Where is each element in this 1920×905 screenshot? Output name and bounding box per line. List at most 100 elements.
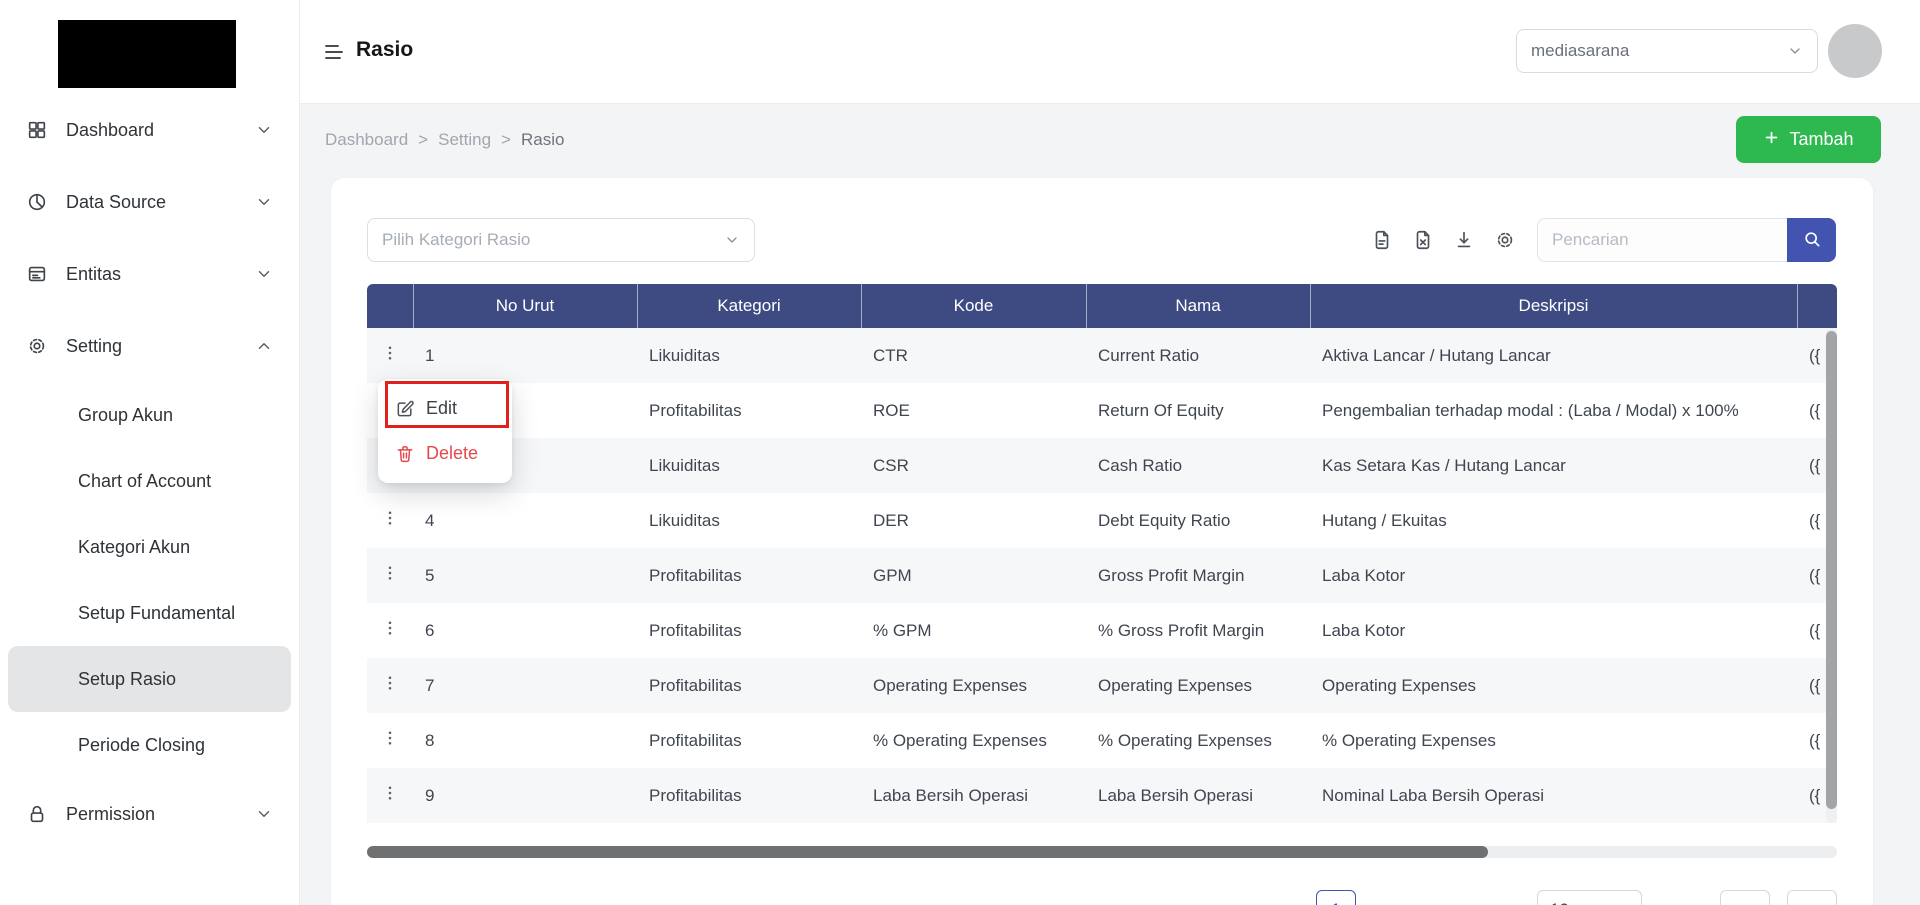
app-logo — [58, 20, 236, 88]
pagination-page-button[interactable]: 1 — [1316, 890, 1356, 905]
cell-kategori: Profitabilitas — [637, 548, 861, 603]
sidebar-item-setup-fundamental[interactable]: Setup Fundamental — [8, 580, 291, 646]
category-filter-select[interactable]: Pilih Kategori Rasio — [367, 218, 755, 262]
sidebar-subitem-label: Group Akun — [78, 405, 173, 426]
cell-no-urut: 8 — [413, 713, 637, 768]
cell-no-urut: 7 — [413, 658, 637, 713]
pagination-next-button[interactable] — [1787, 890, 1837, 905]
vertical-scrollbar-thumb[interactable] — [1826, 331, 1837, 809]
cell-kode: CTR — [861, 328, 1086, 383]
cell-deskripsi: Kas Setara Kas / Hutang Lancar — [1310, 438, 1797, 493]
cell-nama: Current Ratio — [1086, 328, 1310, 383]
row-actions-kebab-icon[interactable] — [367, 548, 413, 603]
cell-kategori: Profitabilitas — [637, 383, 861, 438]
user-avatar[interactable] — [1828, 24, 1882, 78]
pagination-prev-button[interactable] — [1720, 890, 1770, 905]
sidebar-subitem-label: Kategori Akun — [78, 537, 190, 558]
cell-kategori: Likuiditas — [637, 328, 861, 383]
breadcrumb-item[interactable]: Setting — [438, 130, 491, 150]
sidebar-item-label: Entitas — [66, 264, 121, 285]
row-actions-kebab-icon[interactable] — [367, 603, 413, 658]
cell-nama: Debt Equity Ratio — [1086, 493, 1310, 548]
trash-icon — [395, 444, 415, 464]
sidebar-item-periode-closing[interactable]: Periode Closing — [8, 712, 291, 778]
table-row: Likuiditas CSR Cash Ratio Kas Setara Kas… — [367, 438, 1837, 493]
breadcrumb-separator: > — [501, 130, 511, 150]
plus-icon — [1763, 129, 1780, 151]
sidebar-item-kategori-akun[interactable]: Kategori Akun — [8, 514, 291, 580]
data-card: Pilih Kategori Rasio — [331, 178, 1873, 905]
cell-deskripsi: Laba Kotor — [1310, 548, 1797, 603]
row-actions-kebab-icon[interactable] — [367, 713, 413, 768]
add-button[interactable]: Tambah — [1736, 116, 1881, 163]
table-horizontal-scrollbar — [367, 846, 1837, 858]
menu-toggle-icon[interactable] — [322, 40, 346, 64]
breadcrumb: Dashboard > Setting > Rasio — [325, 130, 564, 150]
search-bar — [1537, 218, 1836, 262]
sidebar-item-label: Dashboard — [66, 120, 154, 141]
sidebar-item-data-source[interactable]: Data Source — [0, 166, 299, 238]
row-actions-kebab-icon[interactable] — [367, 328, 413, 383]
row-actions-kebab-icon[interactable] — [367, 493, 413, 548]
pie-chart-icon — [26, 191, 48, 213]
table-toolbar — [1371, 229, 1516, 251]
search-button[interactable] — [1787, 218, 1836, 262]
cell-kategori: Likuiditas — [637, 493, 861, 548]
cell-deskripsi: Nominal Laba Bersih Operasi — [1310, 768, 1797, 823]
edit-icon — [395, 399, 415, 419]
cell-kode: CSR — [861, 438, 1086, 493]
sidebar-item-chart-of-account[interactable]: Chart of Account — [8, 448, 291, 514]
page-size-select[interactable]: 10 — [1537, 890, 1642, 905]
export-pdf-icon[interactable] — [1371, 229, 1393, 251]
column-header-nama: Nama — [1086, 284, 1310, 328]
sidebar-menu: Dashboard Data Source Entitas — [0, 94, 299, 850]
cell-no-urut: 5 — [413, 548, 637, 603]
cell-kategori: Profitabilitas — [637, 713, 861, 768]
cell-nama: Gross Profit Margin — [1086, 548, 1310, 603]
sidebar-item-dashboard[interactable]: Dashboard — [0, 94, 299, 166]
cell-kategori: Profitabilitas — [637, 603, 861, 658]
cell-kode: ROE — [861, 383, 1086, 438]
sidebar-item-setup-rasio[interactable]: Setup Rasio — [8, 646, 291, 712]
cell-kategori: Likuiditas — [637, 438, 861, 493]
topbar: Rasio mediasarana — [300, 0, 1920, 104]
sidebar-subitem-label: Periode Closing — [78, 735, 205, 756]
row-actions-kebab-icon[interactable] — [367, 658, 413, 713]
chevron-down-icon — [255, 265, 273, 283]
company-select[interactable]: mediasarana — [1516, 29, 1818, 73]
search-icon — [1802, 229, 1822, 252]
pagination: 1 10 — [331, 890, 1873, 905]
search-input[interactable] — [1537, 218, 1787, 262]
horizontal-scrollbar-thumb[interactable] — [367, 846, 1488, 858]
sidebar-item-setting[interactable]: Setting — [0, 310, 299, 382]
table-row: 6 Profitabilitas % GPM % Gross Profit Ma… — [367, 603, 1837, 658]
sidebar-item-entitas[interactable]: Entitas — [0, 238, 299, 310]
table-row: 7 Profitabilitas Operating Expenses Oper… — [367, 658, 1837, 713]
cell-kategori: Profitabilitas — [637, 658, 861, 713]
cell-deskripsi: Aktiva Lancar / Hutang Lancar — [1310, 328, 1797, 383]
table-row: 9 Profitabilitas Laba Bersih Operasi Lab… — [367, 768, 1837, 823]
table-row: 8 Profitabilitas % Operating Expenses % … — [367, 713, 1837, 768]
main-content: Dashboard > Setting > Rasio Tambah Pilih… — [300, 104, 1920, 905]
breadcrumb-item[interactable]: Dashboard — [325, 130, 408, 150]
sidebar-item-group-akun[interactable]: Group Akun — [8, 382, 291, 448]
export-excel-icon[interactable] — [1412, 229, 1434, 251]
row-actions-kebab-icon[interactable] — [367, 768, 413, 823]
column-settings-icon[interactable] — [1494, 229, 1516, 251]
context-menu-delete[interactable]: Delete — [378, 431, 512, 476]
sidebar-item-label: Setting — [66, 336, 122, 357]
context-menu-edit[interactable]: Edit — [378, 386, 512, 431]
sidebar-subitem-label: Chart of Account — [78, 471, 211, 492]
breadcrumb-separator: > — [418, 130, 428, 150]
sidebar-item-permission[interactable]: Permission — [0, 778, 299, 850]
column-header-deskripsi: Deskripsi — [1310, 284, 1797, 328]
column-header-no-urut: No Urut — [413, 284, 637, 328]
cell-no-urut: 1 — [413, 328, 637, 383]
column-header-truncated — [1797, 284, 1837, 328]
cell-deskripsi: Laba Kotor — [1310, 603, 1797, 658]
cell-nama: Return Of Equity — [1086, 383, 1310, 438]
download-icon[interactable] — [1453, 229, 1475, 251]
cell-kategori: Profitabilitas — [637, 768, 861, 823]
entity-icon — [26, 263, 48, 285]
context-menu-edit-label: Edit — [426, 398, 457, 419]
